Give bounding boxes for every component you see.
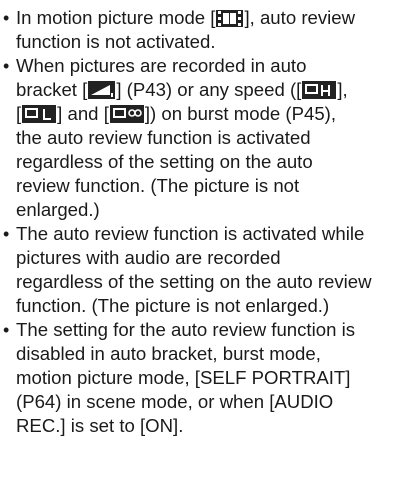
text-line: enlarged.) [16, 199, 100, 220]
burst-low-icon [22, 105, 57, 123]
text-line: pictures with audio are recorded [16, 247, 281, 268]
bullet-dot: • [3, 8, 10, 28]
text-line: The auto review function is activated wh… [16, 223, 365, 244]
auto-bracket-icon [88, 81, 116, 99]
text-line: regardless of the setting on the auto [16, 151, 313, 172]
bullet-item: • The auto review function is activated … [2, 222, 408, 318]
text-line: regardless of the setting on the auto re… [16, 271, 372, 292]
text-line: When pictures are recorded in auto [16, 55, 307, 76]
manual-page: • In motion picture mode [ ], auto revie… [0, 0, 412, 481]
text-line: REC.] is set to [ON]. [16, 415, 184, 436]
bullet-item: • When pictures are recorded in auto bra… [2, 54, 408, 222]
burst-infinite-icon [109, 105, 144, 123]
text-line: function is not activated. [16, 31, 216, 52]
bullet-dot: • [3, 56, 10, 76]
bullet-item: • The setting for the auto review functi… [2, 318, 408, 438]
text-line: review function. (The picture is not [16, 175, 300, 196]
text-line: (P64) in scene mode, or when [AUDIO [16, 391, 334, 412]
text-line: The setting for the auto review function… [16, 319, 355, 340]
text-line: [ ] and []) on burst mode (P45), [16, 103, 337, 124]
bullet-dot: • [3, 320, 10, 340]
text-line: motion picture mode, [SELF PORTRAIT] [16, 367, 351, 388]
film-icon [216, 10, 244, 27]
text-line: the auto review function is activated [16, 127, 311, 148]
text-line: bracket [ ] (P43) or any speed ([], [16, 79, 348, 100]
bullet-dot: • [3, 224, 10, 244]
burst-high-icon [302, 81, 337, 99]
bullet-list: • In motion picture mode [ ], auto revie… [2, 6, 408, 438]
text-line: function. (The picture is not enlarged.) [16, 295, 330, 316]
text-line: In motion picture mode [ ], auto review [16, 7, 356, 28]
bullet-item: • In motion picture mode [ ], auto revie… [2, 6, 408, 54]
text-line: disabled in auto bracket, burst mode, [16, 343, 321, 364]
